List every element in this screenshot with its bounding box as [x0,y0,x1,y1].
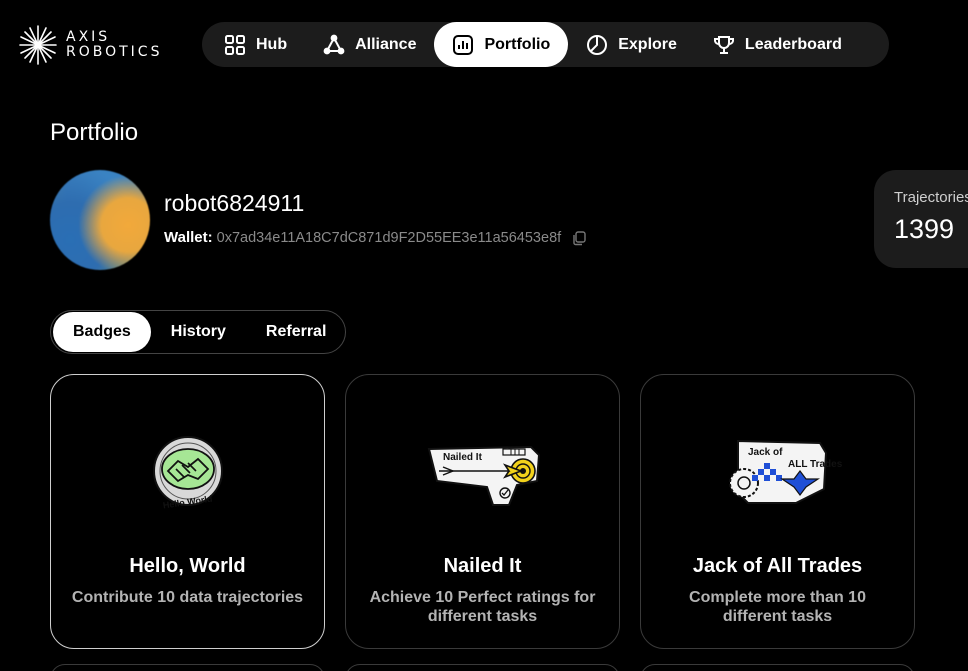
logo-text: AXIS ROBOTICS [66,30,162,60]
avatar [50,170,150,270]
nav-label: Portfolio [484,35,551,53]
nailed-it-badge-icon: Nailed It [427,445,540,506]
nav-item-leaderboard[interactable]: Leaderboard [695,22,860,67]
portfolio-tabs: Badges History Referral [50,310,346,354]
nav-item-alliance[interactable]: Alliance [305,22,434,67]
hello-world-badge-icon: Hello World [152,436,223,510]
trajectories-stat-card: Trajectories 1399 [874,170,968,268]
wallet-address: 0x7ad34e11A18C7dC871d9F2D55EE3e11a56453e… [216,229,562,246]
network-icon [323,34,345,54]
tab-referral[interactable]: Referral [246,312,346,352]
logo-line-2: ROBOTICS [66,44,163,60]
nav-label: Alliance [355,35,417,53]
nav-item-explore[interactable]: Explore [568,22,695,67]
badge-card-nailed-it[interactable]: Nailed It Nailed It Achieve 10 Perfect r… [345,374,620,649]
nav-item-portfolio[interactable]: Portfolio [434,22,569,67]
badge-card-partial[interactable] [50,664,325,671]
jack-of-all-trades-badge-icon: Jack of ALL Trades [728,439,843,504]
badge-description: Contribute 10 data trajectories [71,589,304,606]
axis-robotics-logo[interactable]: AXIS ROBOTICS [18,24,162,66]
bar-chart-icon [453,34,474,55]
badge-description: Complete more than 10 different tasks [689,589,866,625]
tab-history[interactable]: History [151,312,246,352]
wallet-label: Wallet: [164,229,213,246]
badge-title: Jack of All Trades [692,555,863,577]
badge-title: Nailed It [443,555,522,577]
badge-card-hello-world[interactable]: Hello World Hello, World Contribute 10 d… [50,374,325,649]
username: robot6824911 [164,190,305,216]
badge-card-jack-of-all-trades[interactable]: Jack of ALL Trades Jack of All Trades Co… [640,374,915,649]
svg-text:ALL Trades: ALL Trades [788,459,843,470]
logo-line-1: AXIS [66,29,111,45]
nav-item-hub[interactable]: Hub [206,22,305,67]
tab-badges[interactable]: Badges [53,312,151,352]
svg-text:Nailed It: Nailed It [443,452,483,463]
grid-icon [225,34,245,55]
wallet-row: Wallet: 0x7ad34e11A18C7dC871d9F2D55EE3e1… [164,229,587,246]
stat-value: 1399 [894,214,955,244]
starburst-logo-icon [19,25,57,65]
copy-icon[interactable] [571,230,587,246]
badge-description: Achieve 10 Perfect ratings for different… [369,589,596,625]
nav-label: Hub [256,35,288,53]
nav-label: Explore [618,35,677,53]
badge-title: Hello, World [129,555,246,577]
stat-label: Trajectories [894,189,968,206]
svg-text:Jack of: Jack of [748,447,783,458]
page-title: Portfolio [50,119,139,146]
pie-chart-icon [587,34,608,55]
badge-card-partial[interactable] [640,664,915,671]
nav-label: Leaderboard [744,35,842,53]
trophy-icon [713,35,734,54]
badge-card-partial[interactable] [345,664,620,671]
main-nav: Hub Alliance Portfolio Explore Leaderboa… [202,22,889,67]
